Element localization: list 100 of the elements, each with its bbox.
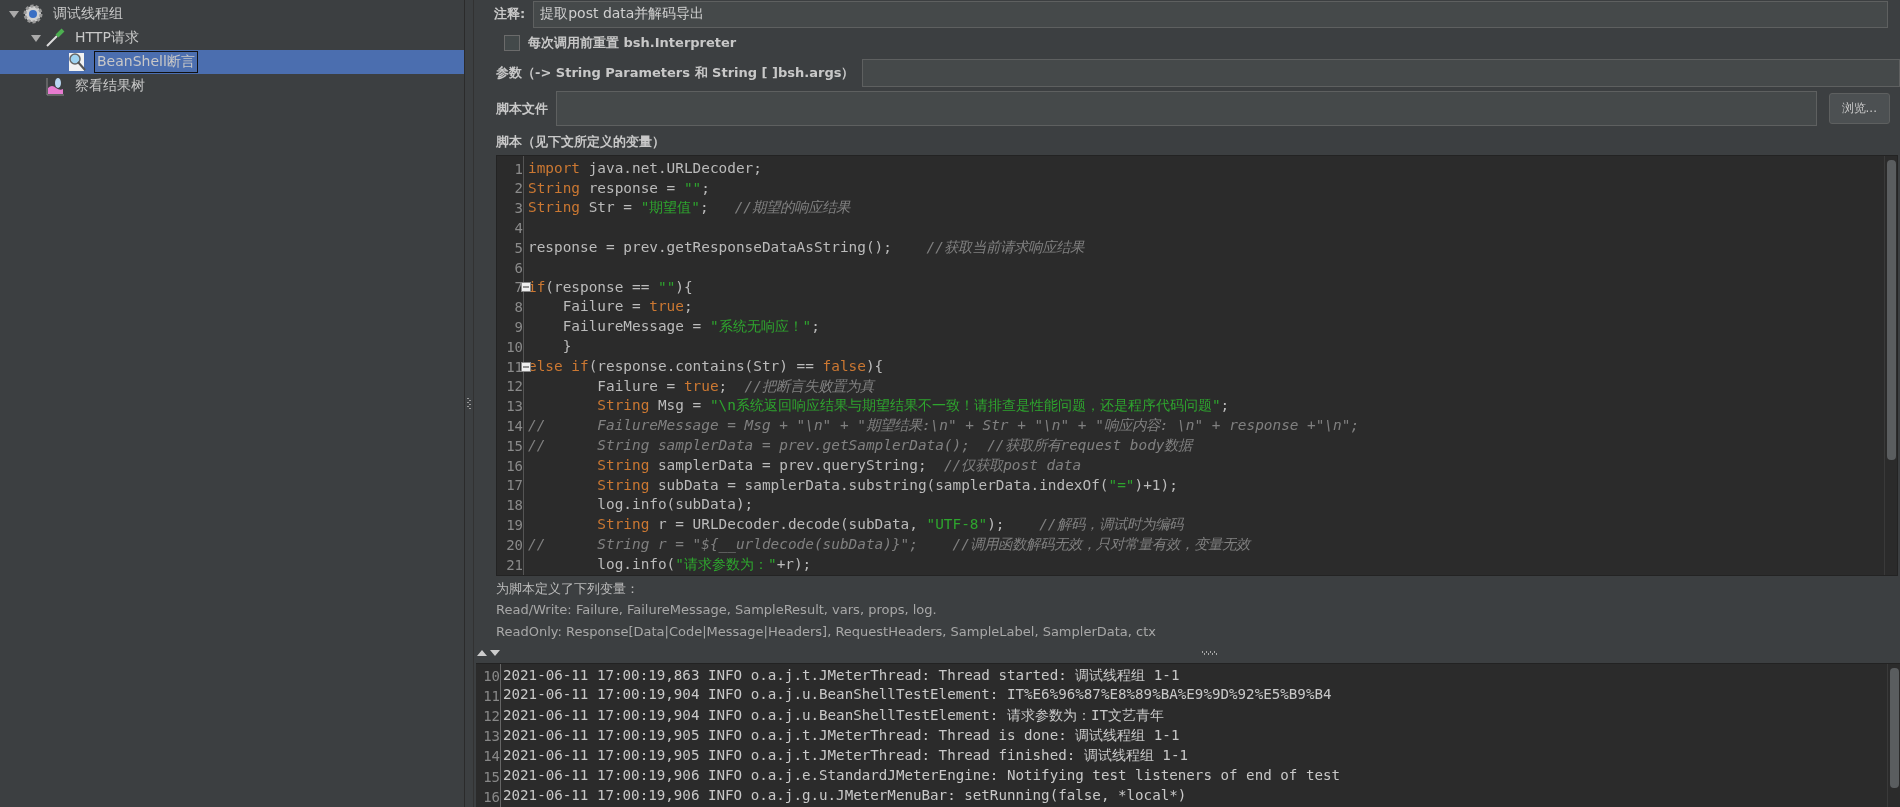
line-number: 12 — [482, 707, 500, 727]
code-text: ); — [987, 516, 1006, 533]
code-comment: //解码，调试时为编码 — [1039, 516, 1183, 533]
code-comment: //仅获取post data — [943, 456, 1082, 473]
code-text: Failure = — [561, 298, 642, 315]
log-line: 2021-06-11 17:00:19,906 INFO o.a.j.e.StandardJMeterEngine: Notifying test listeners of end of test — [503, 766, 1342, 785]
line-number: 17 — [505, 476, 523, 496]
code-comment: // FailureMessage = Msg + "\n" + "期望结果:\n" + Str + "\n" + "响应内容: \n" + response +"\n"; — [528, 417, 1360, 434]
log-line: 2021-06-11 17:00:19,905 INFO o.a.j.t.JMeterThread: Thread is done: 调试线程组 1-1 — [503, 726, 1181, 746]
code-text: ){ — [865, 357, 884, 374]
pipette-icon — [44, 27, 66, 49]
code-comment: //把断言失败置为真 — [744, 377, 874, 394]
code-keyword: String — [596, 476, 650, 493]
code-keyword: String — [528, 179, 580, 196]
tree-label: HTTP请求 — [74, 28, 140, 47]
params-field[interactable] — [862, 58, 1900, 88]
line-number: 13 — [505, 397, 523, 417]
splitter-grip-icon[interactable] — [467, 397, 471, 410]
line-number: 2 — [513, 179, 523, 199]
code-text: +r); — [776, 555, 812, 572]
code-keyword: false — [822, 357, 866, 374]
code-text: ; — [811, 318, 820, 335]
line-number: 4 — [513, 219, 523, 238]
expanded-arrow-icon[interactable] — [8, 8, 20, 20]
log-line: 2021-06-11 17:00:19,904 INFO o.a.j.u.BeanShellTestElement: 请求参数为：IT文艺青年 — [503, 706, 1166, 726]
code-text: log.info(subData); — [596, 496, 754, 513]
fold-icon[interactable] — [521, 282, 531, 293]
code-text: (response == — [545, 278, 651, 295]
code-string: "=" — [1108, 476, 1135, 493]
line-number: 16 — [505, 456, 523, 476]
code-comment: //获取当前请求响应结果 — [926, 238, 1084, 255]
code-text: ){ — [675, 278, 693, 295]
code-text: )+1); — [1134, 476, 1178, 493]
line-number: 1 — [513, 159, 523, 179]
tree-label: 调试线程组 — [52, 4, 124, 23]
code-keyword: String — [596, 397, 650, 414]
log-line: 2021-06-11 17:00:19,904 INFO o.a.j.u.BeanShellTestElement: IT%E6%96%87%E8%89%BA%E9%9D%92%E5%B9%B4 — [503, 685, 1333, 704]
log-line: 2021-06-11 17:00:19,905 INFO o.a.j.t.JMeterThread: Thread finished: 调试线程组 1-1 — [503, 746, 1189, 766]
code-text: log.info( — [596, 555, 676, 572]
tree-label: BeanShell断言 — [94, 51, 198, 73]
code-comment: //期望的响应结果 — [734, 199, 850, 216]
line-number: 10 — [505, 337, 523, 357]
line-number: 14 — [505, 417, 523, 436]
code-text: Str = — [587, 199, 633, 216]
code-text: ; — [701, 179, 710, 196]
checkbox-label: 每次调用前重置 bsh.Interpreter — [528, 34, 737, 53]
gear-icon — [22, 3, 44, 25]
code-text: ; — [683, 298, 693, 315]
code-comment: // String r = "${__urldecode(subData)}"; //调用函数解码无效，只对常量有效，变量无效 — [528, 535, 1250, 552]
tree-item[interactable]: HTTP请求 — [0, 26, 464, 50]
line-number: 6 — [513, 258, 523, 278]
code-text: } — [561, 337, 572, 354]
expanded-arrow-icon[interactable] — [30, 32, 42, 44]
checkbox[interactable] — [504, 35, 520, 52]
code-string: "请求参数为：" — [675, 555, 777, 572]
browse-button[interactable]: 浏览... — [1828, 93, 1890, 125]
code-text: FailureMessage = — [561, 318, 703, 335]
script-label: 脚本（见下文所定义的变量） — [496, 132, 665, 151]
line-number: 11 — [482, 686, 500, 706]
tree-label: 察看结果树 — [74, 76, 146, 95]
magnifier-icon — [66, 51, 88, 73]
log-line: 2021-06-11 17:00:19,906 INFO o.a.j.g.u.JMeterMenuBar: setRunning(false, *local*) — [503, 786, 1188, 805]
line-number: 19 — [505, 516, 523, 535]
line-number: 3 — [513, 199, 523, 219]
code-text: ; — [699, 199, 710, 216]
code-keyword: import — [528, 159, 580, 176]
code-text: subData = samplerData.substring(samplerData.indexOf( — [656, 476, 1109, 493]
tree-item[interactable]: 察看结果树 — [0, 74, 464, 98]
scrollbar-thumb[interactable] — [1886, 159, 1896, 460]
code-string: "\n系统返回响应结果与期望结果不一致！请排查是性能问题，还是程序代码问题" — [709, 397, 1221, 414]
script-file-field[interactable] — [556, 91, 1817, 126]
code-text: java.net.URLDecoder; — [587, 159, 762, 176]
line-number: 16 — [482, 787, 500, 807]
code-string: "" — [683, 179, 702, 196]
tree-item[interactable]: 调试线程组 — [0, 2, 464, 26]
code-string: "系统无响应！" — [709, 318, 812, 335]
line-number: 8 — [513, 298, 523, 318]
code-text: samplerData = prev.queryString; — [656, 456, 928, 473]
line-number: 9 — [513, 318, 523, 337]
splitter-grip-icon[interactable] — [1202, 651, 1220, 656]
fold-icon[interactable] — [521, 361, 531, 372]
code-string: "UTF-8" — [926, 516, 988, 533]
line-number: 5 — [513, 238, 523, 258]
code-keyword: true — [683, 377, 719, 394]
line-number: 15 — [505, 436, 523, 456]
read-only-variables: ReadOnly: Response[Data|Code|Message|Headers], RequestHeaders, SampleLabel, SamplerData, ctx — [495, 622, 1157, 641]
collapse-arrows-icon[interactable] — [476, 649, 502, 658]
read-write-variables: Read/Write: Failure, FailureMessage, SampleResult, vars, props, log. — [495, 600, 938, 619]
line-number: 20 — [505, 535, 523, 555]
scrollbar-thumb[interactable] — [1889, 667, 1899, 788]
comment-field[interactable]: 提取post data并解码导出 — [533, 1, 1888, 28]
code-keyword: String — [528, 199, 580, 216]
code-text: r = URLDecoder.decode(subData, — [656, 516, 919, 533]
line-number: 14 — [482, 747, 500, 767]
line-number: 10 — [482, 666, 500, 686]
code-keyword: String — [596, 516, 650, 533]
line-number: 12 — [505, 377, 523, 397]
code-text: ; — [718, 377, 729, 394]
code-text: ; — [1220, 397, 1230, 414]
code-keyword: String — [596, 456, 650, 473]
